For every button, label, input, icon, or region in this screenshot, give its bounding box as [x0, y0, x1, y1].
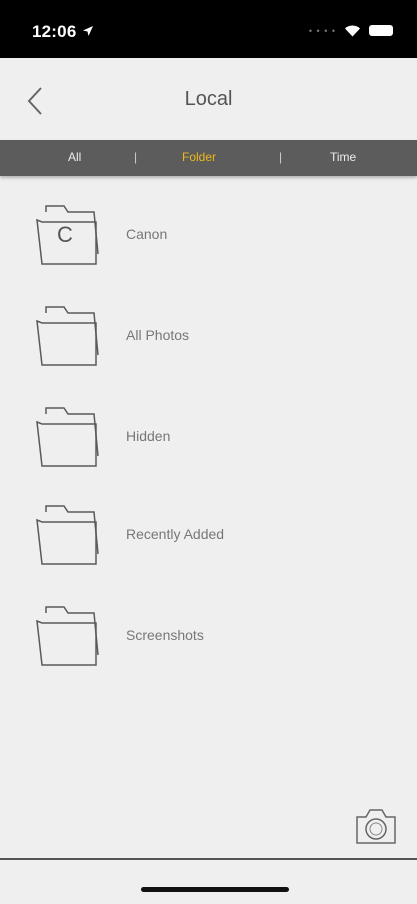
folder-icon — [34, 400, 106, 470]
folder-label: Screenshots — [126, 627, 204, 643]
camera-icon[interactable] — [351, 803, 401, 849]
folder-label: Recently Added — [126, 526, 225, 542]
folder-icon — [34, 498, 106, 568]
folder-item-all-photos[interactable]: All Photos — [0, 289, 417, 385]
folder-item-recently-added[interactable]: Recently Added — [0, 488, 417, 584]
folder-item-screenshots[interactable]: Screenshots — [0, 589, 417, 685]
folder-item-hidden[interactable]: Hidden — [0, 390, 417, 486]
page-title: Local — [184, 88, 233, 110]
home-indicator[interactable] — [141, 887, 289, 892]
folder-letter: C — [57, 222, 73, 247]
tab-folder[interactable]: Folder — [182, 150, 216, 164]
folder-icon — [34, 599, 106, 669]
folder-icon: C — [34, 198, 106, 268]
tab-separator: | — [279, 150, 283, 164]
battery-icon — [369, 25, 393, 36]
bottom-divider — [0, 858, 417, 860]
folder-icon — [34, 299, 106, 369]
status-bar: 12:06 • • • • — [0, 0, 417, 58]
folder-label: Hidden — [126, 428, 171, 444]
folder-label: All Photos — [126, 327, 190, 343]
tab-time[interactable]: Time — [330, 150, 356, 164]
tab-all[interactable]: All — [68, 150, 81, 164]
location-arrow-icon — [83, 26, 93, 36]
folder-item-canon[interactable]: C Canon — [0, 188, 417, 284]
wifi-icon — [345, 25, 360, 37]
tab-bar: All | Folder | Time — [0, 140, 417, 176]
signal-icon: • • • • — [308, 25, 336, 36]
tab-separator: | — [134, 150, 138, 164]
nav-bar: Local — [0, 58, 417, 140]
status-time: 12:06 — [32, 22, 77, 41]
folder-label: Canon — [126, 226, 168, 242]
